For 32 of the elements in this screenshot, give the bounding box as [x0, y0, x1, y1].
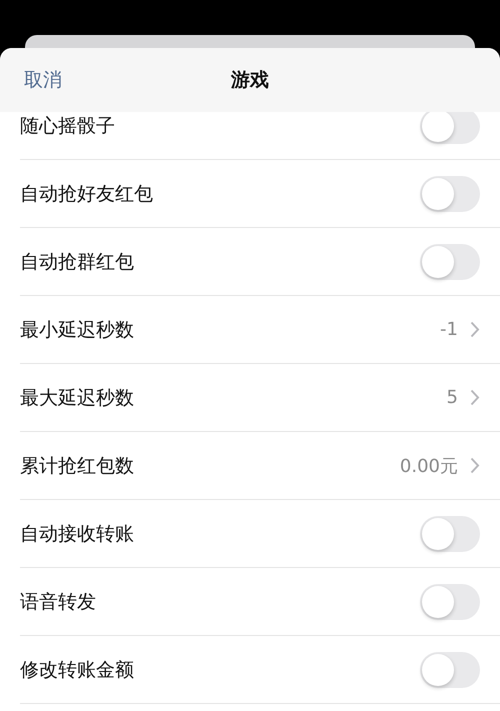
row-label: 随心摇骰子 — [20, 114, 116, 138]
settings-row[interactable]: 随心摇骰子 — [20, 112, 500, 160]
toggle-switch[interactable] — [420, 584, 480, 620]
row-value: 5 — [446, 387, 458, 408]
row-label: 修改转账金额 — [20, 658, 135, 682]
settings-row[interactable]: 最大延迟秒数 5 — [20, 364, 500, 432]
cancel-button[interactable]: 取消 — [24, 67, 62, 93]
row-value: -1 — [440, 319, 458, 340]
settings-row[interactable]: 最小延迟秒数 -1 — [20, 296, 500, 364]
row-label: 自动抢群红包 — [20, 250, 135, 274]
row-label: 自动抢好友红包 — [20, 182, 154, 206]
row-value: 0.00元 — [400, 454, 458, 478]
settings-row[interactable]: 语音转发 — [20, 568, 500, 636]
row-label: 语音转发 — [20, 590, 97, 614]
settings-row[interactable]: 累计抢红包数 0.00元 — [20, 432, 500, 500]
page-title: 游戏 — [231, 68, 269, 93]
settings-row[interactable]: 自动接收转账 — [20, 500, 500, 568]
row-label: 累计抢红包数 — [20, 454, 135, 478]
toggle-switch[interactable] — [420, 244, 480, 280]
toggle-switch[interactable] — [420, 652, 480, 688]
toggle-switch[interactable] — [420, 176, 480, 212]
toggle-switch[interactable] — [420, 516, 480, 552]
chevron-icon — [470, 389, 480, 406]
chevron-icon — [470, 457, 480, 474]
row-label: 自动接收转账 — [20, 522, 135, 546]
settings-row[interactable]: 自动抢好友红包 — [20, 160, 500, 228]
row-label: 最大延迟秒数 — [20, 386, 135, 410]
settings-row[interactable]: 修改转账金额 — [20, 636, 500, 704]
chevron-icon — [470, 321, 480, 338]
row-label: 最小延迟秒数 — [20, 318, 135, 342]
toggle-switch[interactable] — [420, 112, 480, 144]
settings-row[interactable]: 自动抢群红包 — [20, 228, 500, 296]
